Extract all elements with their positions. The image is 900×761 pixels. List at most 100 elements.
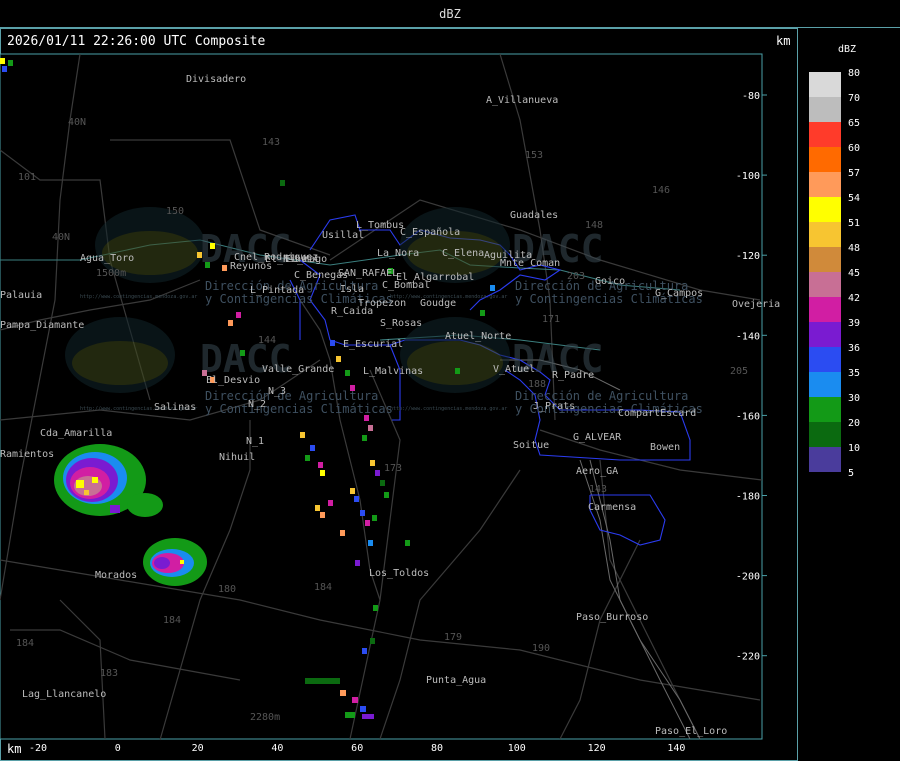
- echo-pixel: [360, 510, 365, 516]
- svg-text:http://www.contingencias.mendo: http://www.contingencias.mendoza.gov.ar: [80, 294, 197, 300]
- place-label: Atuel_Norte: [445, 331, 511, 342]
- echo-pixel: [300, 432, 305, 438]
- legend-swatch: [809, 322, 841, 347]
- legend-label: 51: [848, 218, 861, 229]
- echo-pixel: [372, 515, 377, 521]
- place-label: La_Nora: [377, 248, 419, 259]
- place-label: Goico: [595, 276, 625, 287]
- route-label: 150: [166, 206, 184, 217]
- place-label: Carmensa: [588, 502, 636, 513]
- route-label: 184: [314, 582, 332, 593]
- echo-pixel: [480, 310, 485, 316]
- place-label: L_Malvinas: [363, 366, 423, 377]
- place-label: Punta_Agua: [426, 675, 486, 686]
- storm-cell-south: [143, 538, 207, 586]
- place-label: El_Mago: [285, 254, 327, 265]
- x-tick-label: 40: [271, 743, 283, 754]
- legend-label: 60: [848, 143, 861, 154]
- y-tick-label: -160: [736, 411, 760, 422]
- echo-pixel: [240, 350, 245, 356]
- echo-pixel: [340, 530, 345, 536]
- route-label: 2280m: [250, 712, 280, 723]
- radar-map[interactable]: DACC DACC DACC DACC Dirección de Agricul…: [0, 0, 900, 761]
- echo-pixel: [318, 462, 323, 468]
- route-label: 1500m: [96, 268, 126, 279]
- legend-swatch: [809, 97, 841, 122]
- x-tick-label: 0: [115, 743, 121, 754]
- legend-swatch: [809, 372, 841, 397]
- place-label: V_Atuel: [493, 364, 535, 375]
- svg-text:Dirección de Agricultura: Dirección de Agricultura: [205, 389, 378, 403]
- y-tick-label: -100: [736, 171, 760, 182]
- place-label: Cda_Amarilla: [40, 428, 112, 439]
- echo-pixel: [320, 470, 325, 476]
- legend-swatch: [809, 247, 841, 272]
- route-label: 146: [652, 185, 670, 196]
- echo-pixel: [350, 385, 355, 391]
- place-label: C_Benegas: [294, 270, 348, 281]
- place-label: Los_Toldos: [369, 568, 429, 579]
- echo-pixel: [222, 265, 227, 271]
- echo-pixel: [384, 492, 389, 498]
- place-label: C_Bombal: [382, 280, 430, 291]
- echo-pixel: [2, 66, 7, 72]
- place-label: G_Campos: [655, 288, 703, 299]
- echo-pixel: [236, 312, 241, 318]
- y-tick-label: -120: [736, 251, 760, 262]
- echo-pixel: [336, 356, 341, 362]
- route-label: 143: [262, 137, 280, 148]
- place-label: Nihuil: [219, 452, 255, 463]
- echo-pixel: [205, 262, 210, 268]
- place-label: Salinas: [154, 402, 196, 413]
- place-label: L_Pintada: [250, 285, 304, 296]
- place-label: A_Villanueva: [486, 95, 558, 106]
- place-label: R_Caida: [331, 306, 373, 317]
- route-label: 203: [567, 271, 585, 282]
- y-tick-label: -200: [736, 572, 760, 583]
- route-label: 183: [100, 668, 118, 679]
- place-label: R_Padre: [552, 370, 594, 381]
- echo-pixel: [375, 470, 380, 476]
- echo-pixel: [350, 488, 355, 494]
- legend-label: 36: [848, 343, 861, 354]
- legend-label: 45: [848, 268, 861, 279]
- legend-label: 57: [848, 168, 861, 179]
- legend-swatch: [809, 222, 841, 247]
- echo-pixel: [280, 180, 285, 186]
- route-label: 188: [528, 379, 546, 390]
- echo-pixel: [228, 320, 233, 326]
- route-label: 101: [18, 172, 36, 183]
- route-label: 40N: [52, 232, 70, 243]
- place-label: Goudge: [420, 298, 456, 309]
- place-label: G_ALVEAR: [573, 432, 622, 443]
- place-label: Palauia: [0, 290, 42, 301]
- place-label: Ramientos: [0, 449, 54, 460]
- echo-pixel: [210, 243, 215, 249]
- place-label: Lag_Llancanelo: [22, 689, 106, 700]
- x-tick-label: 100: [508, 743, 526, 754]
- route-label: 173: [384, 463, 402, 474]
- place-label: S_Rosas: [380, 318, 422, 329]
- legend-label: 10: [848, 443, 861, 454]
- place-label: Guadales: [510, 210, 558, 221]
- place-label: E_Escurial: [343, 339, 403, 350]
- place-label: Pampa_Diamante: [0, 320, 84, 331]
- route-label: 171: [542, 314, 560, 325]
- legend-swatch: [809, 447, 841, 472]
- route-label: 153: [525, 150, 543, 161]
- legend-label: 35: [848, 368, 861, 379]
- legend-label: 70: [848, 93, 861, 104]
- echo-pixel: [355, 560, 360, 566]
- echo-pixel: [305, 455, 310, 461]
- legend-label: 48: [848, 243, 861, 254]
- y-tick-label: -220: [736, 652, 760, 663]
- echo-pixel: [197, 252, 202, 258]
- x-tick-label: 60: [351, 743, 363, 754]
- place-label: Isla: [340, 284, 364, 295]
- y-tick-label: -180: [736, 492, 760, 503]
- legend-label: 80: [848, 68, 861, 79]
- place-label: Usillal: [322, 230, 364, 241]
- svg-text:http://www.contingencias.mendo: http://www.contingencias.mendoza.gov.ar: [390, 406, 507, 412]
- legend-swatch: [809, 147, 841, 172]
- place-label: L_Tombus: [356, 220, 404, 231]
